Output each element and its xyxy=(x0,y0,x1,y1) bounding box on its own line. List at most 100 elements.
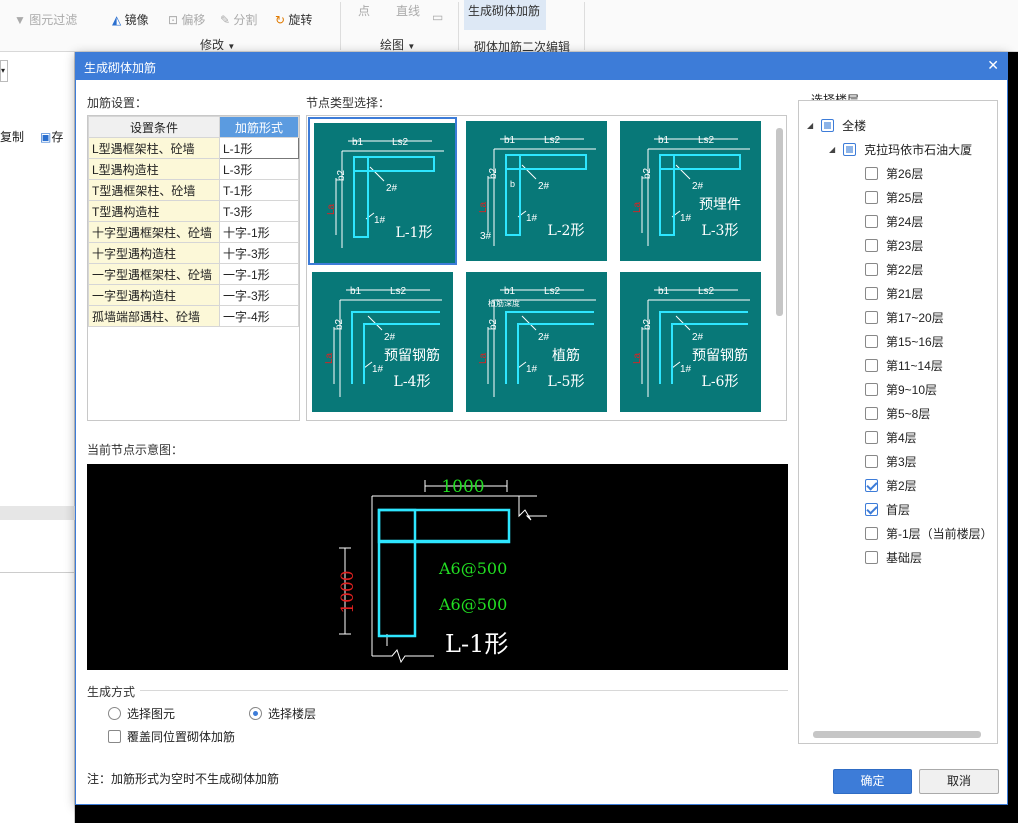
table-row[interactable]: 一字型遇构造柱 一字-3形 xyxy=(88,284,299,306)
checkbox-icon[interactable] xyxy=(865,551,878,564)
floor-item[interactable]: 第26层 xyxy=(865,165,923,182)
split-button[interactable]: ✎ 分割 xyxy=(220,11,257,28)
panel-grid xyxy=(0,572,75,632)
checkbox-icon[interactable] xyxy=(865,239,878,252)
node-tile-3[interactable]: b1 Ls2 b2 La 2# 1# 预埋件 L-3形 xyxy=(616,117,765,265)
gen-masonry-button[interactable]: 生成砌体加筋 xyxy=(468,2,540,19)
dropdown-icon[interactable]: ▾ xyxy=(0,60,8,82)
rebar-label-2: A6@500 xyxy=(438,595,507,614)
collapse-icon[interactable]: ◢ xyxy=(807,121,813,130)
mirror-icon: ◭ xyxy=(112,13,122,27)
setting-form-cell[interactable]: 十字-3形 xyxy=(219,242,299,264)
draw-group-label[interactable]: 绘图 ▼ xyxy=(380,36,415,53)
rect-icon[interactable]: ▭ xyxy=(432,10,443,24)
node-tile-1[interactable]: b1 Ls2 b2 La 2# 1# L-1形 xyxy=(308,117,457,265)
floor-item[interactable]: 第9~10层 xyxy=(865,381,937,398)
checkbox-icon[interactable] xyxy=(865,263,878,276)
close-icon[interactable]: ✕ xyxy=(987,57,999,74)
table-row[interactable]: 一字型遇框架柱、砼墙 一字-1形 xyxy=(88,263,299,285)
table-row[interactable]: L型遇框架柱、砼墙 L-1形 xyxy=(88,137,299,159)
svg-text:b1: b1 xyxy=(504,135,516,146)
svg-text:预留钢筋: 预留钢筋 xyxy=(692,347,748,364)
setting-form-cell[interactable]: L-1形 xyxy=(219,137,299,159)
checkbox-icon[interactable] xyxy=(865,407,878,420)
checkbox-icon[interactable] xyxy=(865,287,878,300)
node-tile-6[interactable]: b1 Ls2 b2 La 2# 1# 预留钢筋 L-6形 xyxy=(616,268,765,416)
cancel-button[interactable]: 取消 xyxy=(919,769,999,794)
setting-condition: 孤墙端部遇柱、砼墙 xyxy=(88,305,220,327)
table-row[interactable]: 十字型遇构造柱 十字-3形 xyxy=(88,242,299,264)
setting-form-cell[interactable]: T-1形 xyxy=(219,179,299,201)
vertical-scrollbar[interactable] xyxy=(776,128,783,316)
modify-group-label[interactable]: 修改 ▼ xyxy=(200,36,235,53)
table-row[interactable]: T型遇框架柱、砼墙 T-1形 xyxy=(88,179,299,201)
filter-button[interactable]: ▼ 图元过滤 xyxy=(14,11,77,28)
node-tile-5[interactable]: b1 Ls2 b2 La 2# 1# 植筋深度 植筋 L-5形 xyxy=(462,268,611,416)
settings-table: 设置条件 加筋形式 L型遇框架柱、砼墙 L-1形 L型遇构造柱 L-3形 T型遇框架柱、… xyxy=(87,115,300,421)
svg-text:La: La xyxy=(478,201,489,213)
checkbox-icon[interactable] xyxy=(865,431,878,444)
floor-item[interactable]: 第11~14层 xyxy=(865,357,943,374)
radio-select-floor[interactable]: 选择楼层 xyxy=(249,705,316,722)
checkbox-icon[interactable] xyxy=(865,359,878,372)
floor-item[interactable]: 基础层 xyxy=(865,549,922,566)
svg-text:La: La xyxy=(632,352,643,364)
checkbox-checked-icon[interactable] xyxy=(865,503,878,516)
checkbox-icon[interactable] xyxy=(865,383,878,396)
checkbox-icon[interactable] xyxy=(865,455,878,468)
floor-item[interactable]: 第23层 xyxy=(865,237,923,254)
node-type-label: 节点类型选择： xyxy=(306,96,391,110)
offset-button[interactable]: ⊡ 偏移 xyxy=(168,11,205,28)
setting-form-cell[interactable]: T-3形 xyxy=(219,200,299,222)
node-tile-2[interactable]: b1 Ls2 b2 La 2# 1# 3# b L-2形 xyxy=(462,117,611,265)
tree-node-all[interactable]: ◢ 全楼 xyxy=(807,117,866,134)
floor-item[interactable]: 第17~20层 xyxy=(865,309,944,326)
floor-item[interactable]: 第21层 xyxy=(865,285,923,302)
preview-label: 当前节点示意图： xyxy=(87,443,184,457)
floor-item[interactable]: 第5~8层 xyxy=(865,405,930,422)
floor-item[interactable]: 第22层 xyxy=(865,261,923,278)
floor-item[interactable]: 第25层 xyxy=(865,189,923,206)
floor-item[interactable]: 第24层 xyxy=(865,213,923,230)
svg-text:2#: 2# xyxy=(386,183,398,194)
setting-form-cell[interactable]: 一字-1形 xyxy=(219,263,299,285)
checkbox-checked-icon[interactable] xyxy=(865,479,878,492)
svg-text:2#: 2# xyxy=(538,332,550,343)
table-row[interactable]: L型遇构造柱 L-3形 xyxy=(88,158,299,180)
table-row[interactable]: 十字型遇框架柱、砼墙 十字-1形 xyxy=(88,221,299,243)
save-button[interactable]: ▣存 xyxy=(40,128,63,145)
point-button[interactable]: 点 xyxy=(358,2,370,19)
rotate-button[interactable]: ↻ 旋转 xyxy=(275,11,312,28)
table-row[interactable]: T型遇构造柱 T-3形 xyxy=(88,200,299,222)
table-row[interactable]: 孤墙端部遇柱、砼墙 一字-4形 xyxy=(88,305,299,327)
radio-select-element[interactable]: 选择图元 xyxy=(108,705,175,722)
floor-item[interactable]: 第15~16层 xyxy=(865,333,944,350)
collapse-icon[interactable]: ◢ xyxy=(829,145,835,154)
ok-button[interactable]: 确定 xyxy=(833,769,912,794)
horizontal-scrollbar[interactable] xyxy=(813,731,981,738)
setting-form-cell[interactable]: 十字-1形 xyxy=(219,221,299,243)
setting-form-cell[interactable]: L-3形 xyxy=(219,158,299,180)
node-tile-4[interactable]: b1 Ls2 b2 La 2# 1# 预留钢筋 L-4形 xyxy=(308,268,457,416)
svg-text:1#: 1# xyxy=(680,364,692,375)
setting-form-cell[interactable]: 一字-4形 xyxy=(219,305,299,327)
tree-node-building[interactable]: ◢ 克拉玛依市石油大厦 xyxy=(829,141,972,158)
copy-button[interactable]: 复制 xyxy=(0,128,24,145)
line-button[interactable]: 直线 xyxy=(396,2,420,19)
checkbox-icon[interactable] xyxy=(865,191,878,204)
setting-form-cell[interactable]: 一字-3形 xyxy=(219,284,299,306)
checkbox-icon[interactable] xyxy=(865,311,878,324)
checkbox-icon[interactable] xyxy=(865,167,878,180)
checkbox-icon[interactable] xyxy=(865,215,878,228)
overwrite-checkbox[interactable]: 覆盖同位置砌体加筋 xyxy=(108,728,235,745)
mirror-button[interactable]: ◭ 镜像 xyxy=(112,11,149,28)
checkbox-icon[interactable] xyxy=(865,335,878,348)
floor-item[interactable]: 第2层 xyxy=(865,477,917,494)
checkbox-icon[interactable] xyxy=(865,527,878,540)
checkbox-partial-icon[interactable] xyxy=(821,119,835,132)
checkbox-partial-icon[interactable] xyxy=(843,143,857,156)
floor-item[interactable]: 第4层 xyxy=(865,429,917,446)
floor-item[interactable]: 首层 xyxy=(865,501,910,518)
floor-item[interactable]: 第3层 xyxy=(865,453,917,470)
floor-item[interactable]: 第-1层（当前楼层） xyxy=(865,525,993,542)
